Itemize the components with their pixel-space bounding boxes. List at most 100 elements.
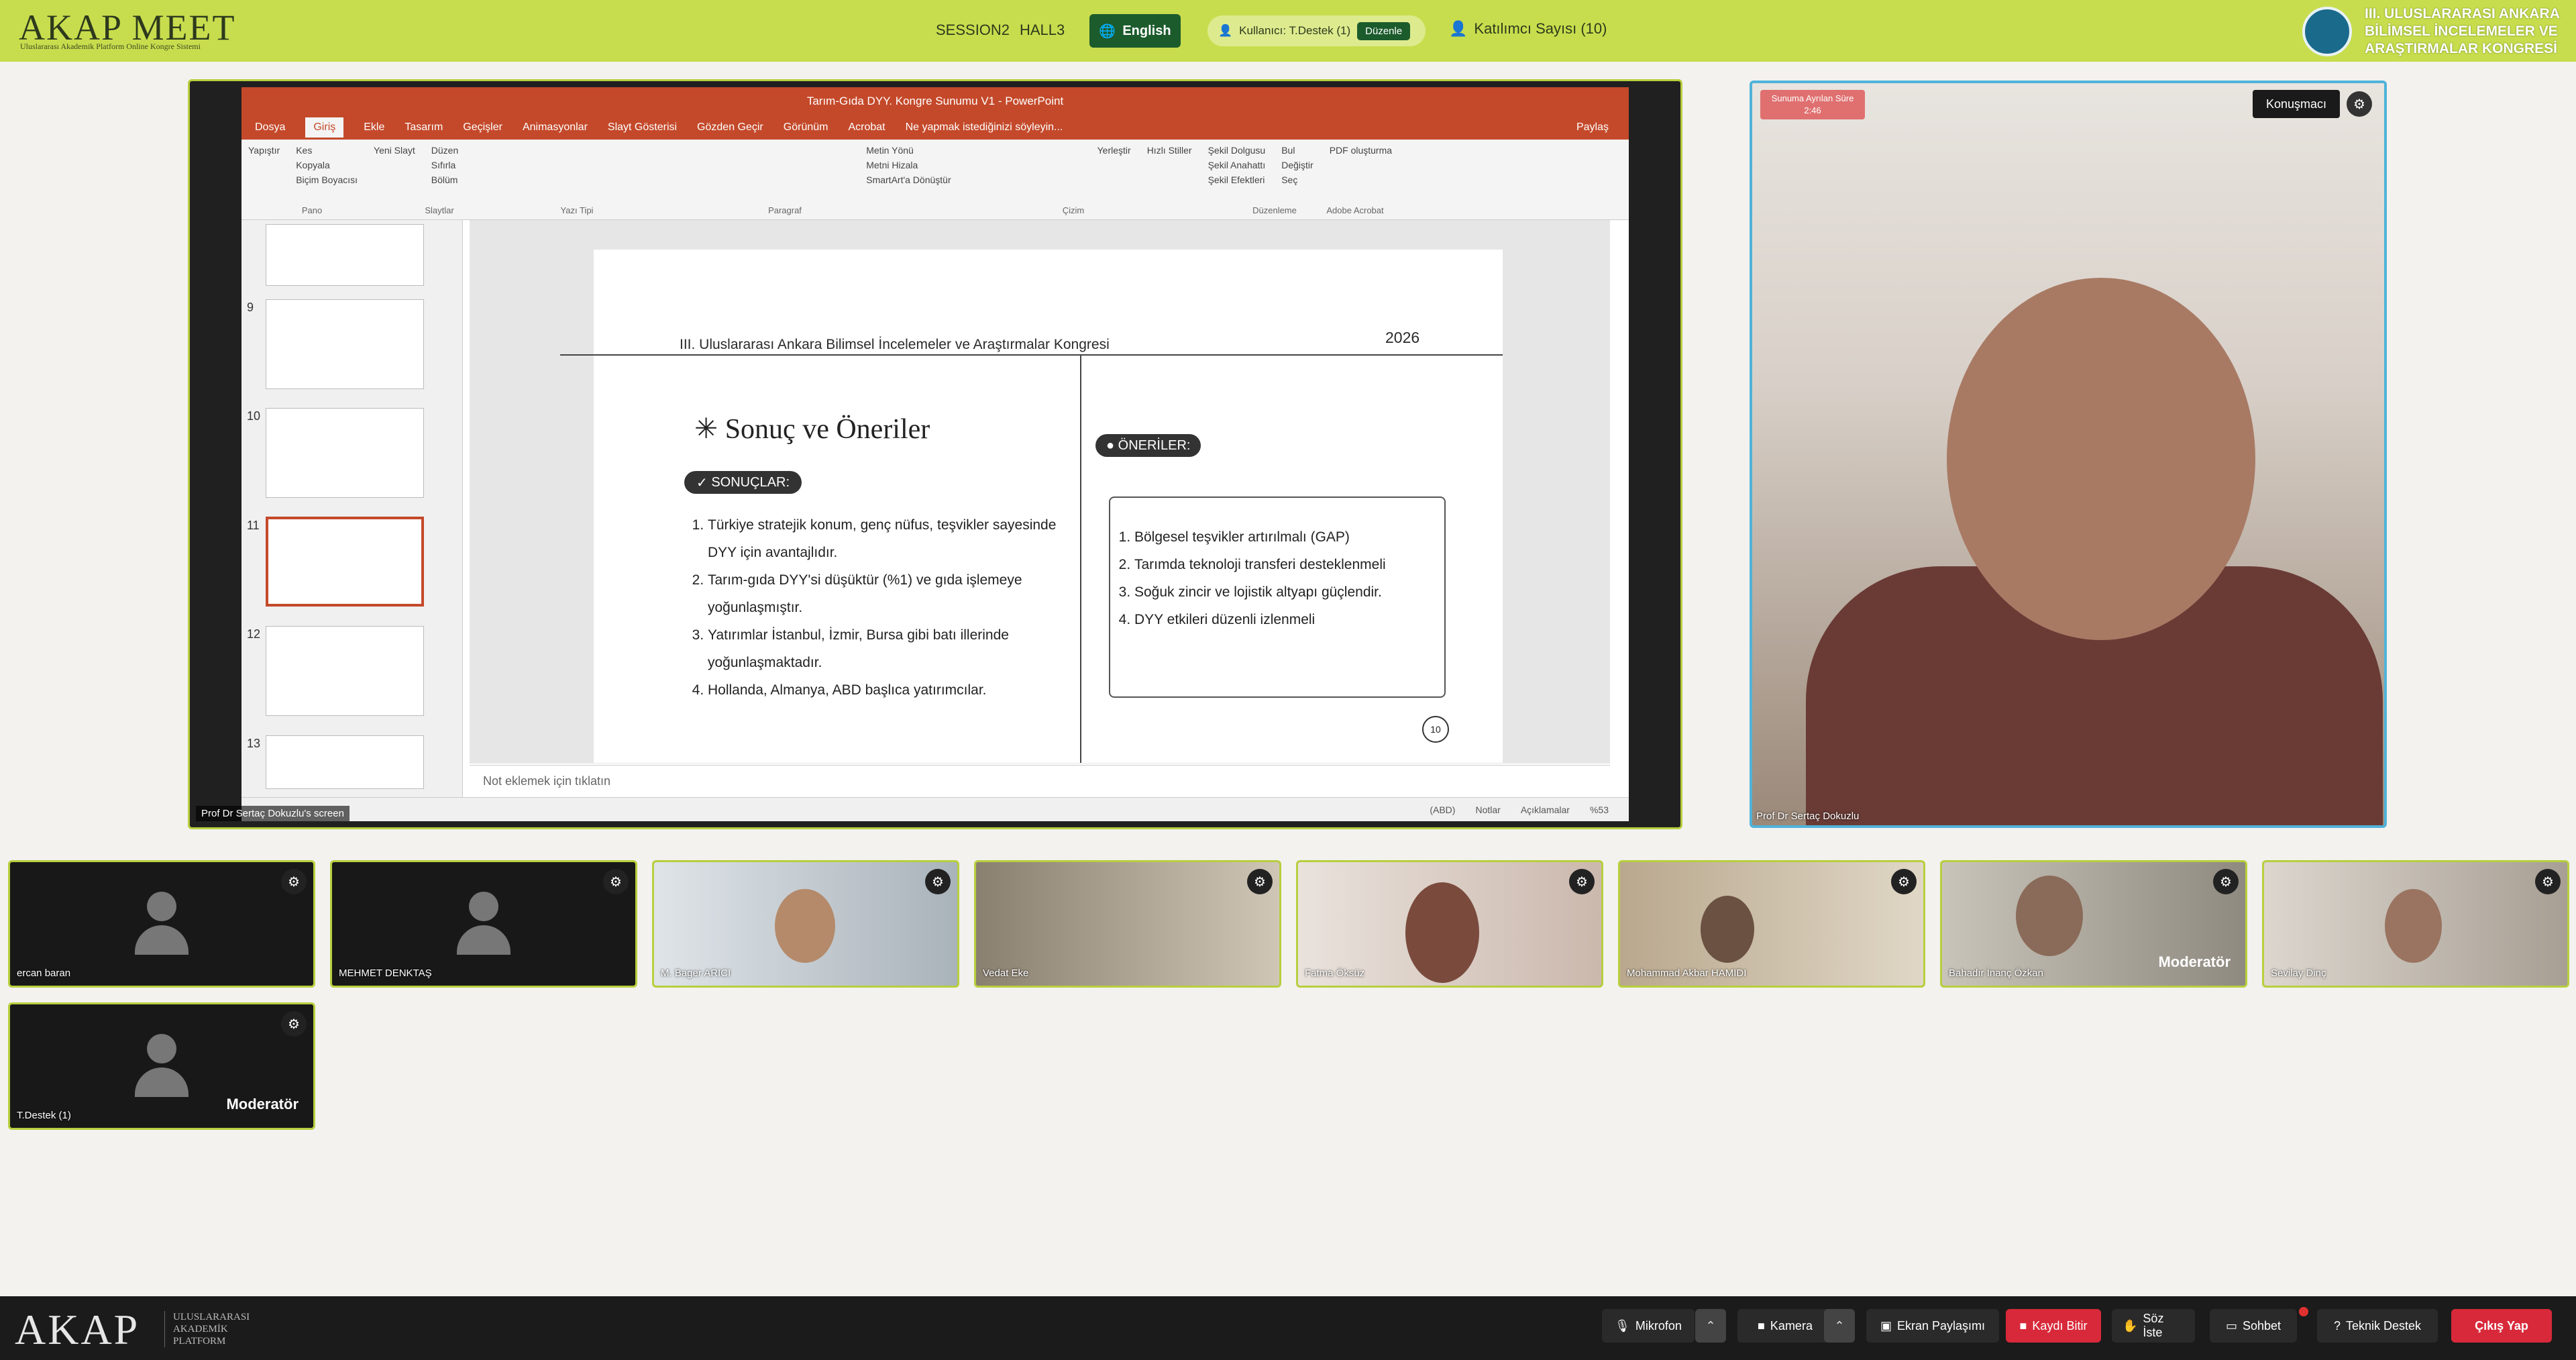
speaker-button[interactable]: Konuşmacı <box>2253 90 2340 118</box>
gear-icon[interactable]: ⚙ <box>1891 869 1917 894</box>
find-button[interactable]: Bul <box>1281 145 1313 156</box>
participant-tile[interactable]: ⚙ Fatma Öksüz <box>1296 860 1603 988</box>
slide-thumbnails: 9 10 11 12 13 <box>241 220 463 797</box>
participant-tile[interactable]: ⚙ ercan baran <box>8 860 315 988</box>
notes-toggle[interactable]: Notlar <box>1475 804 1500 815</box>
gear-icon[interactable]: ⚙ <box>925 869 951 894</box>
participant-name: Fatma Öksüz <box>1305 967 1365 979</box>
tab-home[interactable]: Giriş <box>305 117 344 138</box>
slide-thumbnail-selected[interactable] <box>266 517 424 607</box>
layout-button[interactable]: Düzen <box>431 145 458 156</box>
gear-icon[interactable]: ⚙ <box>281 1011 307 1037</box>
timer-value: 2:46 <box>1804 105 1821 115</box>
speaker-video: Sunuma Ayrılan Süre 2:46 Konuşmacı ⚙ Pro… <box>1750 81 2387 828</box>
group-acrobat: Adobe Acrobat <box>1326 205 1384 215</box>
participant-tile[interactable]: ⚙ Mohammad Akbar HAMIDI <box>1618 860 1925 988</box>
screen-share-button[interactable]: ▣ Ekran Paylaşımı <box>1866 1309 1999 1343</box>
slide-thumbnail[interactable] <box>266 299 424 389</box>
tab-slideshow[interactable]: Slayt Gösterisi <box>608 121 677 134</box>
slide-thumbnail[interactable] <box>266 224 424 286</box>
text-direction-button[interactable]: Metin Yönü <box>866 145 951 156</box>
gear-icon[interactable]: ⚙ <box>603 869 629 894</box>
slide-thumbnail[interactable] <box>266 626 424 716</box>
tab-review[interactable]: Gözden Geçir <box>697 121 763 134</box>
participant-tile[interactable]: ⚙ M. Bager ARICI <box>652 860 959 988</box>
zoom-level[interactable]: %53 <box>1590 804 1609 815</box>
list-item: Tarım-gıda DYY'si düşüktür (%1) ve gıda … <box>708 566 1063 621</box>
quick-styles-button[interactable]: Hızlı Stiller <box>1147 145 1192 185</box>
conference-title-line: ARAŞTIRMALAR KONGRESİ <box>2365 41 2557 56</box>
slide-title-text: Sonuç ve Öneriler <box>724 414 930 445</box>
tab-animations[interactable]: Animasyonlar <box>523 121 588 134</box>
thumbnail-number: 11 <box>247 519 260 532</box>
tab-view[interactable]: Görünüm <box>784 121 828 134</box>
stop-recording-button[interactable]: ■ Kaydı Bitir <box>2006 1309 2101 1343</box>
tech-support-button[interactable]: ? Teknik Destek <box>2317 1309 2438 1343</box>
new-slide-button[interactable]: Yeni Slayt <box>374 145 415 185</box>
ribbon-tabs: Dosya Giriş Ekle Tasarım Geçişler Animas… <box>241 115 1629 140</box>
create-pdf-button[interactable]: PDF oluşturma <box>1330 145 1392 185</box>
camera-button[interactable]: ■ Kamera <box>1737 1309 1833 1343</box>
participant-tile[interactable]: ⚙ Moderatör T.Destek (1) <box>8 1002 315 1130</box>
participant-count-label: Katılımcı Sayısı (10) <box>1474 20 1607 37</box>
group-slides: Slaytlar <box>425 205 454 215</box>
arrange-button[interactable]: Yerleştir <box>1097 145 1131 185</box>
gear-icon[interactable]: ⚙ <box>2213 869 2239 894</box>
comments-toggle[interactable]: Açıklamalar <box>1521 804 1570 815</box>
paste-button[interactable]: Yapıştır <box>248 145 280 185</box>
gear-icon[interactable]: ⚙ <box>1569 869 1595 894</box>
microphone-options-button[interactable]: ⌃ <box>1695 1309 1726 1343</box>
smartart-button[interactable]: SmartArt'a Dönüştür <box>866 174 951 185</box>
shape-effects-button[interactable]: Şekil Efektleri <box>1208 174 1266 185</box>
session-label: SESSION2 <box>936 21 1010 38</box>
tab-acrobat[interactable]: Acrobat <box>848 121 885 134</box>
thumbnail-number: 10 <box>247 409 261 423</box>
notes-pane[interactable]: Not eklemek için tıklatın <box>470 765 1610 797</box>
list-item: Hollanda, Almanya, ABD başlıca yatırımcı… <box>708 676 1063 704</box>
copy-button[interactable]: Kopyala <box>296 160 358 170</box>
align-text-button[interactable]: Metni Hizala <box>866 160 951 170</box>
share-link[interactable]: Paylaş <box>1576 121 1609 134</box>
help-icon: ? <box>2333 1318 2341 1332</box>
speaker-face <box>1947 278 2255 640</box>
tab-transitions[interactable]: Geçişler <box>463 121 502 134</box>
replace-button[interactable]: Değiştir <box>1281 160 1313 170</box>
tab-design[interactable]: Tasarım <box>405 121 443 134</box>
cut-button[interactable]: Kes <box>296 145 358 156</box>
shape-fill-button[interactable]: Şekil Dolgusu <box>1208 145 1266 156</box>
gear-icon[interactable]: ⚙ <box>1247 869 1273 894</box>
participant-tile[interactable]: ⚙ Moderatör Bahadır İnanç Özkan <box>1940 860 2247 988</box>
participant-tile[interactable]: ⚙ Vedat Eke <box>974 860 1281 988</box>
akap-logo: AKAP <box>15 1306 140 1353</box>
participant-name: M. Bager ARICI <box>661 967 731 979</box>
participant-tile[interactable]: ⚙ MEHMET DENKTAŞ <box>330 860 637 988</box>
chat-button[interactable]: ▭ Sohbet <box>2210 1309 2297 1343</box>
participant-face <box>1405 882 1479 983</box>
slide-canvas: III. Uluslararası Ankara Bilimsel İncele… <box>560 250 1503 763</box>
reset-button[interactable]: Sıfırla <box>431 160 458 170</box>
gear-icon[interactable]: ⚙ <box>281 869 307 894</box>
camera-label: Kamera <box>1770 1318 1813 1332</box>
gear-icon[interactable]: ⚙ <box>2535 869 2561 894</box>
participant-face <box>2016 876 2083 956</box>
tell-me-box[interactable]: Ne yapmak istediğinizi söyleyin... <box>906 121 1063 134</box>
gear-icon[interactable]: ⚙ <box>2347 91 2372 117</box>
select-button[interactable]: Seç <box>1281 174 1313 185</box>
shape-outline-button[interactable]: Şekil Anahattı <box>1208 160 1266 170</box>
tab-insert[interactable]: Ekle <box>364 121 384 134</box>
tab-file[interactable]: Dosya <box>255 121 285 134</box>
raise-hand-button[interactable]: ✋ Söz İste <box>2112 1309 2195 1343</box>
header-rule <box>560 354 1503 356</box>
format-painter-button[interactable]: Biçim Boyacısı <box>296 174 358 185</box>
language-button[interactable]: 🌐 English <box>1089 14 1181 48</box>
section-button[interactable]: Bölüm <box>431 174 458 185</box>
participant-tile[interactable]: ⚙ Sevilay Dinç <box>2262 860 2569 988</box>
camera-options-button[interactable]: ⌃ <box>1824 1309 1855 1343</box>
microphone-button[interactable]: 🎙 Mikrofon <box>1602 1309 1695 1343</box>
exit-button[interactable]: Çıkış Yap <box>2451 1309 2552 1343</box>
participant-name: Mohammad Akbar HAMIDI <box>1627 967 1747 979</box>
slide-thumbnail[interactable] <box>266 735 424 789</box>
conference-title-line: BİLİMSEL İNCELEMELER VE <box>2365 23 2558 39</box>
edit-button[interactable]: Düzenle <box>1357 21 1411 40</box>
slide-thumbnail[interactable] <box>266 408 424 498</box>
